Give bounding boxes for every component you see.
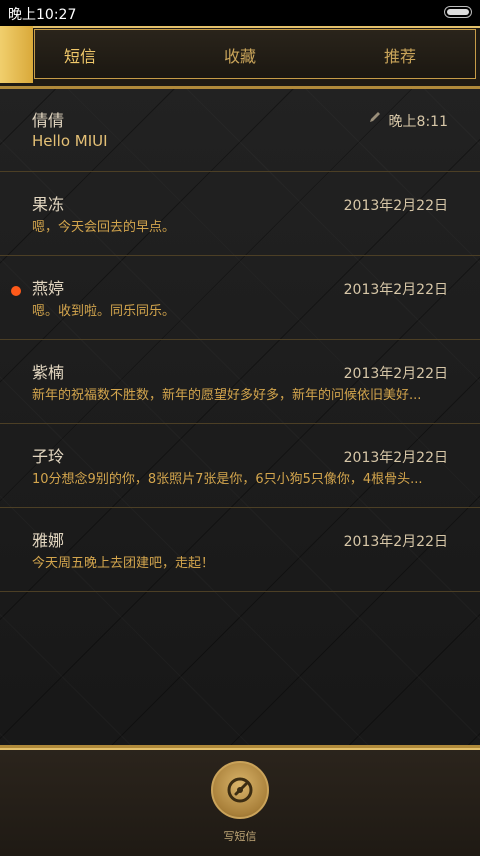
compose-icon <box>227 777 253 803</box>
message-time: 晚上8:11 <box>388 114 448 130</box>
contact-name: 果冻 <box>32 195 65 214</box>
message-time: 2013年2月22日 <box>343 198 448 214</box>
message-preview: 嗯。收到啦。同乐同乐。 <box>32 304 176 319</box>
pencil-icon <box>370 112 380 122</box>
message-time: 2013年2月22日 <box>343 534 448 550</box>
conversation-item[interactable]: 燕婷 2013年2月22日 嗯。收到啦。同乐同乐。 <box>0 256 480 340</box>
contact-name: 倩倩 <box>32 111 65 130</box>
tab-favorites[interactable]: 收藏 <box>224 43 256 67</box>
message-time: 2013年2月22日 <box>343 366 448 382</box>
tab-active-indicator <box>0 26 33 83</box>
conversation-item[interactable]: 果冻 2013年2月22日 嗯，今天会回去的早点。 <box>0 172 480 256</box>
conversation-item[interactable]: 雅娜 2013年2月22日 今天周五晚上去团建吧，走起！ <box>0 508 480 592</box>
battery-icon <box>444 6 472 18</box>
conversation-item[interactable]: 紫楠 2013年2月22日 新年的祝福数不胜数，新年的愿望好多好多，新年的问候依… <box>0 340 480 424</box>
message-preview: Hello MIUI <box>32 132 108 150</box>
contact-name: 子玲 <box>32 447 65 466</box>
conversation-item[interactable]: 倩倩 晚上8:11 Hello MIUI <box>0 88 480 172</box>
tab-recommended[interactable]: 推荐 <box>384 43 416 67</box>
compose-button[interactable] <box>211 761 269 819</box>
message-preview: 新年的祝福数不胜数，新年的愿望好多好多，新年的问候依旧美好... <box>32 388 422 403</box>
compose-label: 写短信 <box>223 830 257 843</box>
message-preview: 10分想念9别的你，8张照片7张是你，6只小狗5只像你，4根骨头... <box>32 472 423 487</box>
message-preview: 嗯，今天会回去的早点。 <box>32 220 176 235</box>
tab-sms[interactable]: 短信 <box>64 43 96 67</box>
contact-name: 燕婷 <box>32 279 65 298</box>
tab-bar: 短信 收藏 推荐 <box>0 26 480 89</box>
status-bar: 晚上10:27 <box>0 0 480 26</box>
message-time: 2013年2月22日 <box>343 450 448 466</box>
bottom-bar: 写短信 <box>0 745 480 856</box>
status-time: 晚上10:27 <box>8 7 77 23</box>
message-time: 2013年2月22日 <box>343 282 448 298</box>
message-preview: 今天周五晚上去团建吧，走起！ <box>32 556 215 571</box>
contact-name: 雅娜 <box>32 531 65 550</box>
conversation-list: 倩倩 晚上8:11 Hello MIUI 果冻 2013年2月22日 嗯，今天会… <box>0 88 480 592</box>
conversation-item[interactable]: 子玲 2013年2月22日 10分想念9别的你，8张照片7张是你，6只小狗5只像… <box>0 424 480 508</box>
unread-dot-icon <box>11 286 21 296</box>
contact-name: 紫楠 <box>32 363 65 382</box>
